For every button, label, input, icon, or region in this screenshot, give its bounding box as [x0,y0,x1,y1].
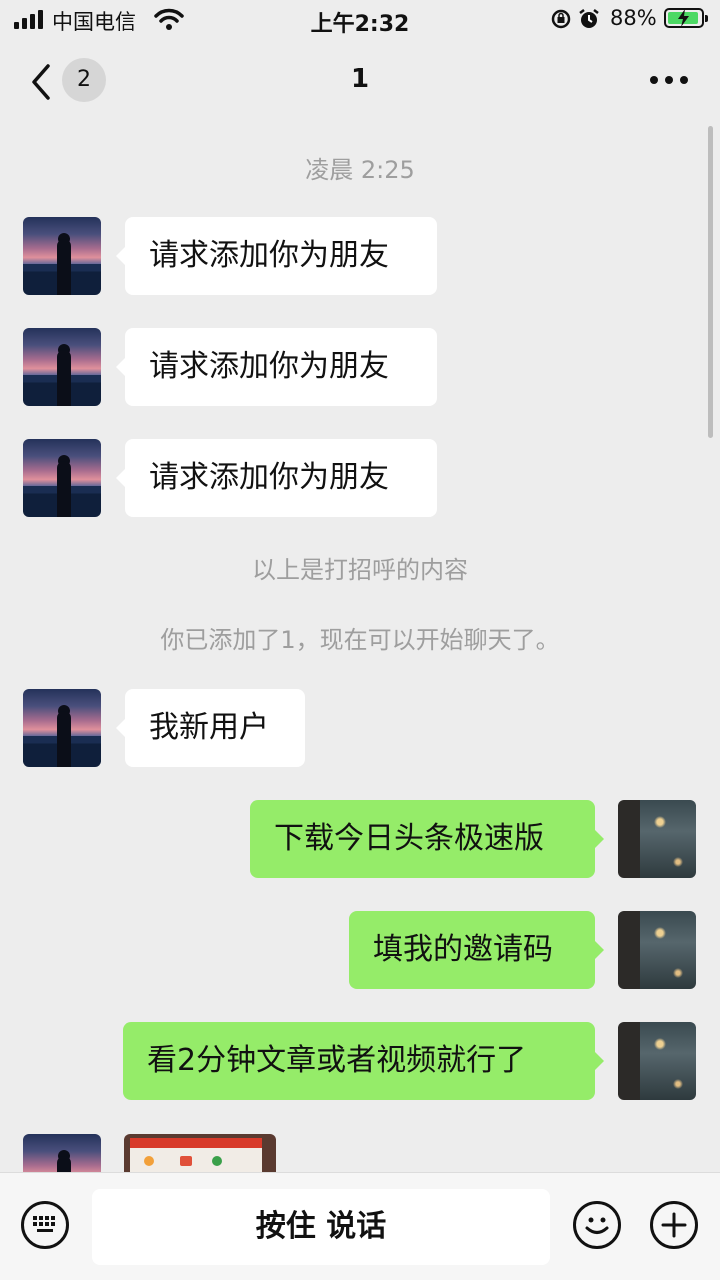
plus-icon[interactable] [650,1201,698,1249]
received-message[interactable]: 请求添加你为朋友 [116,439,437,517]
alarm-icon [579,9,599,28]
emoji-icon[interactable] [573,1201,621,1249]
battery-percent: 88% [610,6,657,30]
hold-to-talk-button[interactable]: 按住 说话 [92,1189,550,1265]
status-bar: 中国电信 上午2:32 88% [0,0,720,40]
my-avatar[interactable] [618,800,696,878]
sent-message[interactable]: 下载今日头条极速版 [250,800,604,878]
lock-rotation-icon [551,9,571,29]
more-icon[interactable] [650,76,690,86]
my-avatar[interactable] [618,911,696,989]
contact-avatar[interactable] [23,217,101,295]
my-avatar[interactable] [618,1022,696,1100]
message-timestamp: 凌晨 2:25 [305,156,415,184]
received-message[interactable]: 请求添加你为朋友 [116,328,437,406]
chat-title: 1 [350,64,370,94]
contact-avatar[interactable] [23,439,101,517]
image-message[interactable] [124,1134,276,1172]
chat-header: 2 1 [0,40,720,124]
received-message[interactable]: 我新用户 [116,689,305,767]
sent-message[interactable]: 看2分钟文章或者视频就行了 [123,1022,604,1100]
received-message[interactable]: 请求添加你为朋友 [116,217,437,295]
sent-message[interactable]: 填我的邀请码 [349,911,604,989]
contact-avatar[interactable] [23,1134,101,1172]
friend-added-note: 你已添加了1，现在可以开始聊天了。 [160,626,560,654]
battery-icon [664,8,708,28]
input-bar: 按住 说话 [0,1172,720,1280]
greeting-note: 以上是打招呼的内容 [252,556,468,584]
keyboard-icon[interactable] [21,1201,69,1249]
message-list[interactable]: 凌晨 2:25 请求添加你为朋友 请求添加你为朋友 请求添加你为朋友 以上是打招… [0,124,720,1172]
contact-avatar[interactable] [23,689,101,767]
contact-avatar[interactable] [23,328,101,406]
